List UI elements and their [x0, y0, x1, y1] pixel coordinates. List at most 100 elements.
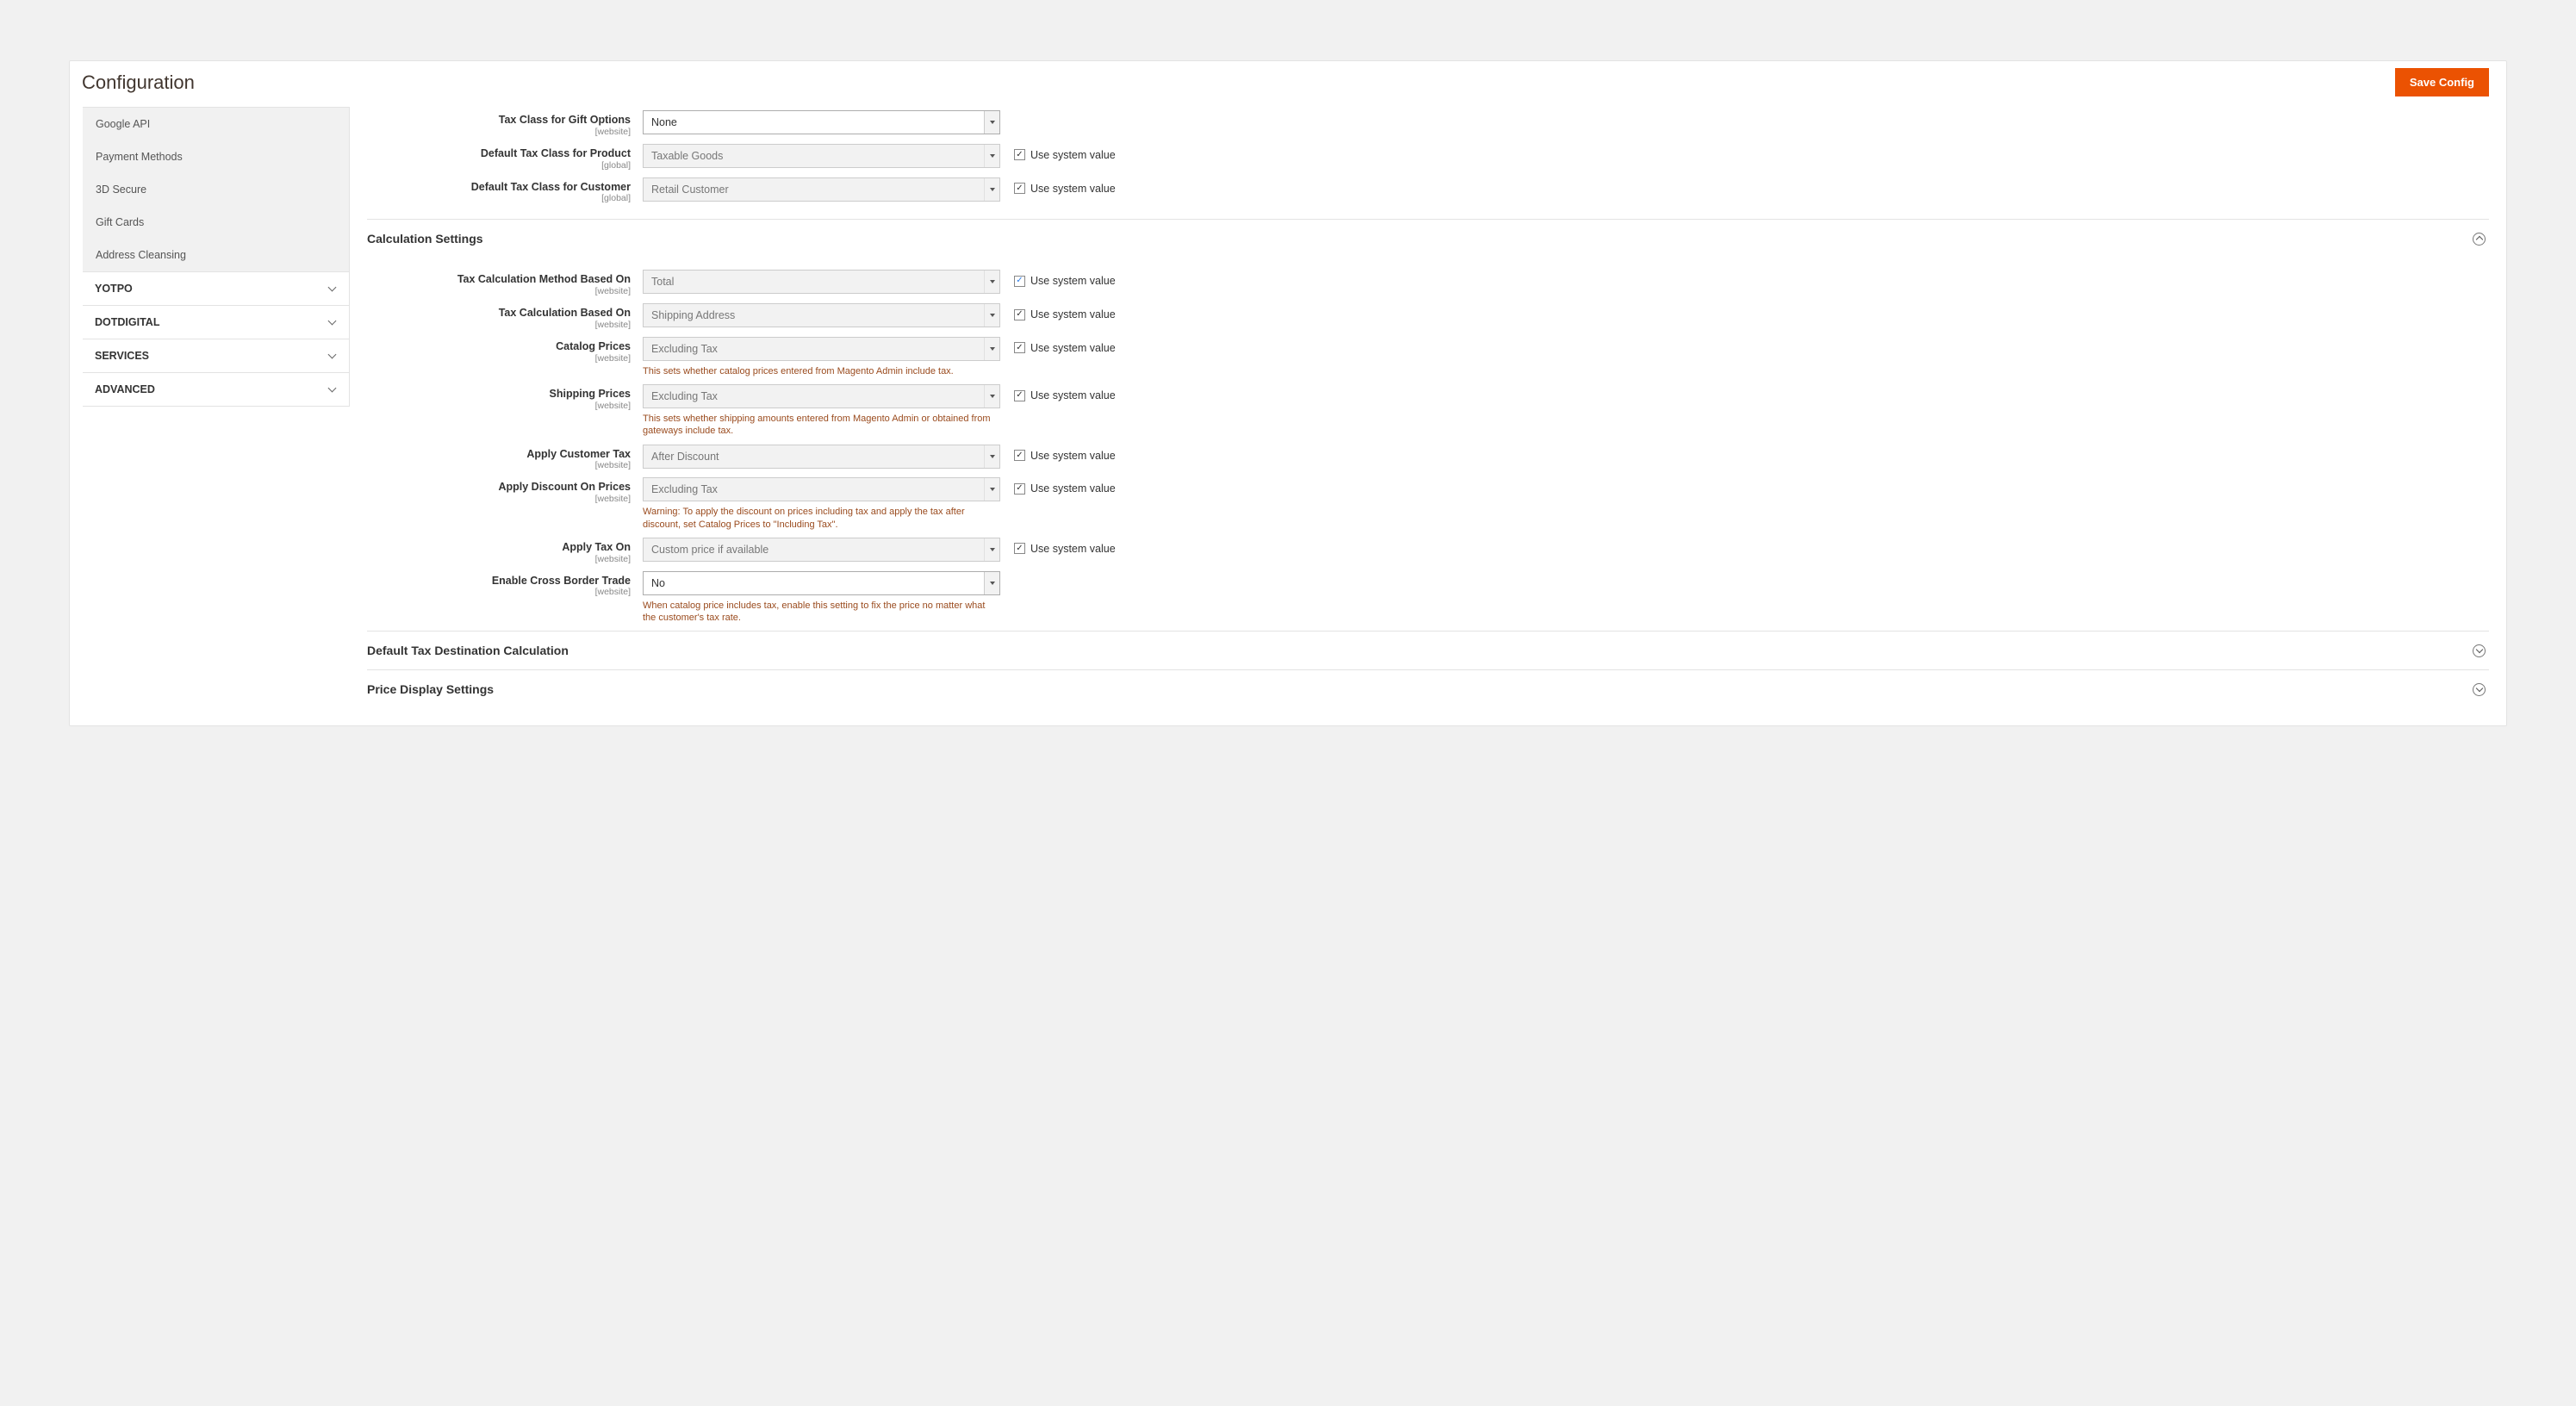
field-scope: [website]	[367, 320, 631, 330]
use-system-checkbox[interactable]	[1014, 543, 1025, 554]
use-system-cell: Use system value	[1000, 303, 1116, 320]
use-system-label: Use system value	[1030, 149, 1116, 161]
form-row: Apply Tax On[website]Custom price if ava…	[367, 534, 2489, 568]
sidebar-item-3d-secure[interactable]: 3D Secure	[83, 173, 349, 206]
select: Excluding Tax	[643, 477, 1000, 501]
use-system-label: Use system value	[1030, 275, 1116, 287]
select[interactable]: None	[643, 110, 1000, 134]
sidebar-group-services[interactable]: SERVICES	[83, 339, 349, 373]
chevron-down-icon	[984, 145, 999, 167]
use-system-label: Use system value	[1030, 482, 1116, 495]
use-system-checkbox[interactable]	[1014, 149, 1025, 160]
chevron-down-icon	[984, 271, 999, 293]
select[interactable]: No	[643, 571, 1000, 595]
field-value-cell: None	[643, 110, 1000, 134]
select-value: No	[651, 577, 665, 589]
select: Excluding Tax	[643, 337, 1000, 361]
select: Shipping Address	[643, 303, 1000, 327]
field-scope: [website]	[367, 353, 631, 364]
field-label-cell: Shipping Prices[website]	[367, 384, 643, 411]
expand-icon	[2473, 683, 2486, 696]
field-scope: [website]	[367, 460, 631, 470]
section-header[interactable]: Calculation Settings	[367, 220, 2489, 258]
sidebar-item-address-cleansing[interactable]: Address Cleansing	[83, 239, 349, 271]
field-label: Catalog Prices	[367, 341, 631, 353]
section-title: Calculation Settings	[367, 232, 483, 246]
field-scope: [website]	[367, 587, 631, 597]
use-system-cell: Use system value	[1000, 538, 1116, 555]
use-system-cell: Use system value	[1000, 384, 1116, 401]
use-system-checkbox[interactable]	[1014, 309, 1025, 320]
field-value-cell: Taxable Goods	[643, 144, 1000, 168]
sidebar-group-dotdigital[interactable]: DOTDIGITAL	[83, 306, 349, 339]
chevron-down-icon	[984, 478, 999, 501]
sidebar-subitems: Google API Payment Methods 3D Secure Gif…	[83, 108, 349, 272]
field-label-cell: Default Tax Class for Customer[global]	[367, 177, 643, 204]
config-main: Tax Class for Gift Options[website]NoneD…	[350, 107, 2506, 725]
chevron-down-icon	[984, 385, 999, 407]
section-header[interactable]: Default Tax Destination Calculation	[367, 631, 2489, 669]
field-value-cell: Excluding Tax Warning: To apply the disco…	[643, 477, 1000, 531]
field-label-cell: Catalog Prices[website]	[367, 337, 643, 364]
select-value: Taxable Goods	[651, 150, 723, 162]
chevron-down-icon	[984, 304, 999, 327]
select-value: Shipping Address	[651, 309, 735, 321]
use-system-label: Use system value	[1030, 342, 1116, 354]
sidebar-group-advanced[interactable]: ADVANCED	[83, 373, 349, 407]
field-value-cell: Excluding TaxThis sets whether catalog p…	[643, 337, 1000, 377]
sidebar-item-google-api[interactable]: Google API	[83, 108, 349, 140]
use-system-cell: Use system value	[1000, 337, 1116, 354]
select: Excluding Tax	[643, 384, 1000, 408]
chevron-down-icon	[328, 284, 337, 293]
field-label: Default Tax Class for Product	[367, 148, 631, 160]
save-config-button[interactable]: Save Config	[2395, 68, 2489, 96]
field-value-cell: Shipping Address	[643, 303, 1000, 327]
field-label-cell: Enable Cross Border Trade[website]	[367, 571, 643, 598]
field-label: Tax Calculation Based On	[367, 308, 631, 320]
form-row: Tax Calculation Based On[website] Shippin…	[367, 300, 2489, 333]
use-system-checkbox[interactable]	[1014, 183, 1025, 194]
use-system-label: Use system value	[1030, 450, 1116, 462]
use-system-checkbox[interactable]	[1014, 390, 1025, 401]
sidebar-group-label: SERVICES	[95, 350, 149, 362]
use-system-label: Use system value	[1030, 183, 1116, 195]
field-label-cell: Tax Calculation Based On[website]	[367, 303, 643, 330]
use-system-checkbox[interactable]	[1014, 276, 1025, 287]
use-system-checkbox[interactable]	[1014, 483, 1025, 495]
form-row: Catalog Prices[website]Excluding TaxThis…	[367, 333, 2489, 381]
select: Taxable Goods	[643, 144, 1000, 168]
form-row: Default Tax Class for Product[global]Tax…	[367, 140, 2489, 174]
form-row: Shipping Prices[website]Excluding TaxThi…	[367, 381, 2489, 441]
field-label: Tax Class for Gift Options	[367, 115, 631, 127]
page-header: Configuration Save Config	[70, 61, 2506, 107]
select: Retail Customer	[643, 177, 1000, 202]
chevron-down-icon	[984, 572, 999, 594]
field-label-cell: Apply Customer Tax[website]	[367, 445, 643, 471]
field-scope: [website]	[367, 401, 631, 411]
use-system-checkbox[interactable]	[1014, 450, 1025, 461]
form-row: Default Tax Class for Customer[global] Re…	[367, 174, 2489, 208]
chevron-down-icon	[984, 111, 999, 134]
chevron-down-icon	[328, 318, 337, 327]
page-title: Configuration	[80, 72, 195, 94]
sidebar-item-gift-cards[interactable]: Gift Cards	[83, 206, 349, 239]
select-value: Retail Customer	[651, 184, 729, 196]
section-header[interactable]: Price Display Settings	[367, 670, 2489, 708]
field-help-text: Warning: To apply the discount on prices…	[643, 506, 1000, 531]
use-system-cell: Use system value	[1000, 177, 1116, 195]
select-value: Custom price if available	[651, 544, 768, 556]
field-scope: [website]	[367, 286, 631, 296]
form-row: Tax Class for Gift Options[website]None	[367, 107, 2489, 140]
use-system-cell: Use system value	[1000, 270, 1116, 287]
sidebar-group-label: ADVANCED	[95, 383, 155, 395]
field-value-cell: Retail Customer	[643, 177, 1000, 202]
field-scope: [website]	[367, 554, 631, 564]
use-system-checkbox[interactable]	[1014, 342, 1025, 353]
sidebar-item-payment-methods[interactable]: Payment Methods	[83, 140, 349, 173]
field-value-cell: After Discount	[643, 445, 1000, 469]
field-scope: [global]	[367, 193, 631, 203]
sidebar-group-yotpo[interactable]: YOTPO	[83, 272, 349, 306]
chevron-down-icon	[328, 352, 337, 360]
select-value: Excluding Tax	[651, 343, 718, 355]
select-value: Excluding Tax	[651, 483, 718, 495]
